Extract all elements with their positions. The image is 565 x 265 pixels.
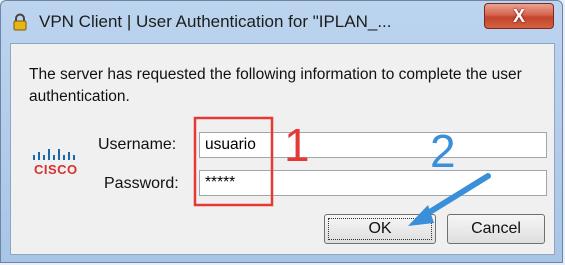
close-icon: X (512, 6, 525, 26)
title-bar[interactable]: VPN Client | User Authentication for "IP… (1, 1, 562, 43)
cisco-wordmark: CISCO (34, 162, 78, 177)
username-field[interactable]: usuario (199, 132, 547, 158)
ok-button[interactable]: OK (324, 214, 436, 244)
dialog-body: The server has requested the following i… (10, 43, 555, 255)
lock-icon (13, 13, 27, 31)
cisco-bars-icon (33, 149, 75, 160)
window-title: VPN Client | User Authentication for "IP… (39, 12, 392, 31)
cancel-button-label: Cancel (471, 220, 521, 237)
auth-message: The server has requested the following i… (29, 66, 522, 105)
cancel-button[interactable]: Cancel (447, 214, 545, 244)
username-label: Username: (98, 136, 177, 153)
cisco-logo: CISCO (31, 144, 89, 184)
password-label: Password: (104, 175, 179, 192)
close-button[interactable]: X (484, 3, 554, 29)
password-field[interactable]: ***** (199, 170, 547, 196)
ok-button-label: OK (368, 220, 392, 237)
vpn-auth-window: VPN Client | User Authentication for "IP… (0, 0, 563, 263)
